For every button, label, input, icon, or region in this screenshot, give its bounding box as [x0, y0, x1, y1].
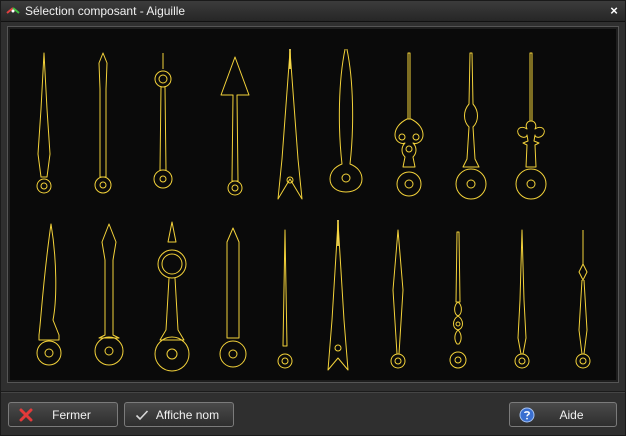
hand-option-17[interactable]	[432, 220, 484, 380]
hand-option-4[interactable]	[209, 49, 261, 209]
hand-option-16[interactable]	[372, 220, 424, 380]
hand-option-13[interactable]	[207, 220, 259, 380]
hand-gallery	[7, 26, 619, 383]
hand-option-5[interactable]	[264, 49, 316, 209]
show-names-button-label: Affiche nom	[155, 407, 220, 422]
hand-option-7[interactable]	[383, 49, 435, 209]
hand-option-19[interactable]	[557, 220, 609, 380]
checkmark-icon	[134, 407, 150, 423]
hand-option-15[interactable]	[312, 220, 364, 380]
hand-option-10[interactable]	[23, 220, 75, 380]
hand-option-18[interactable]	[496, 220, 548, 380]
help-question-icon	[519, 407, 535, 423]
hand-option-2[interactable]	[77, 49, 129, 209]
close-button[interactable]: Fermer	[8, 402, 118, 427]
hand-option-12[interactable]	[146, 220, 198, 380]
dialog-window: Sélection composant - Aiguille × Fermer …	[0, 0, 626, 436]
hand-option-3[interactable]	[137, 49, 189, 209]
red-cross-icon	[18, 407, 34, 423]
show-names-button[interactable]: Affiche nom	[124, 402, 234, 427]
clock-hands-app-icon	[5, 5, 21, 17]
help-button[interactable]: Aide	[509, 402, 617, 427]
hand-option-9[interactable]	[505, 49, 557, 209]
hand-option-11[interactable]	[83, 220, 135, 380]
close-icon[interactable]: ×	[607, 3, 621, 19]
title-bar[interactable]: Sélection composant - Aiguille ×	[1, 1, 625, 22]
footer-separator	[1, 391, 625, 393]
hand-option-14[interactable]	[259, 220, 311, 380]
hand-option-8[interactable]	[445, 49, 497, 209]
close-button-label: Fermer	[52, 407, 91, 422]
window-title: Sélection composant - Aiguille	[25, 4, 186, 18]
help-button-label: Aide	[559, 407, 584, 422]
hand-option-1[interactable]	[18, 49, 70, 209]
hand-option-6[interactable]	[320, 49, 372, 209]
